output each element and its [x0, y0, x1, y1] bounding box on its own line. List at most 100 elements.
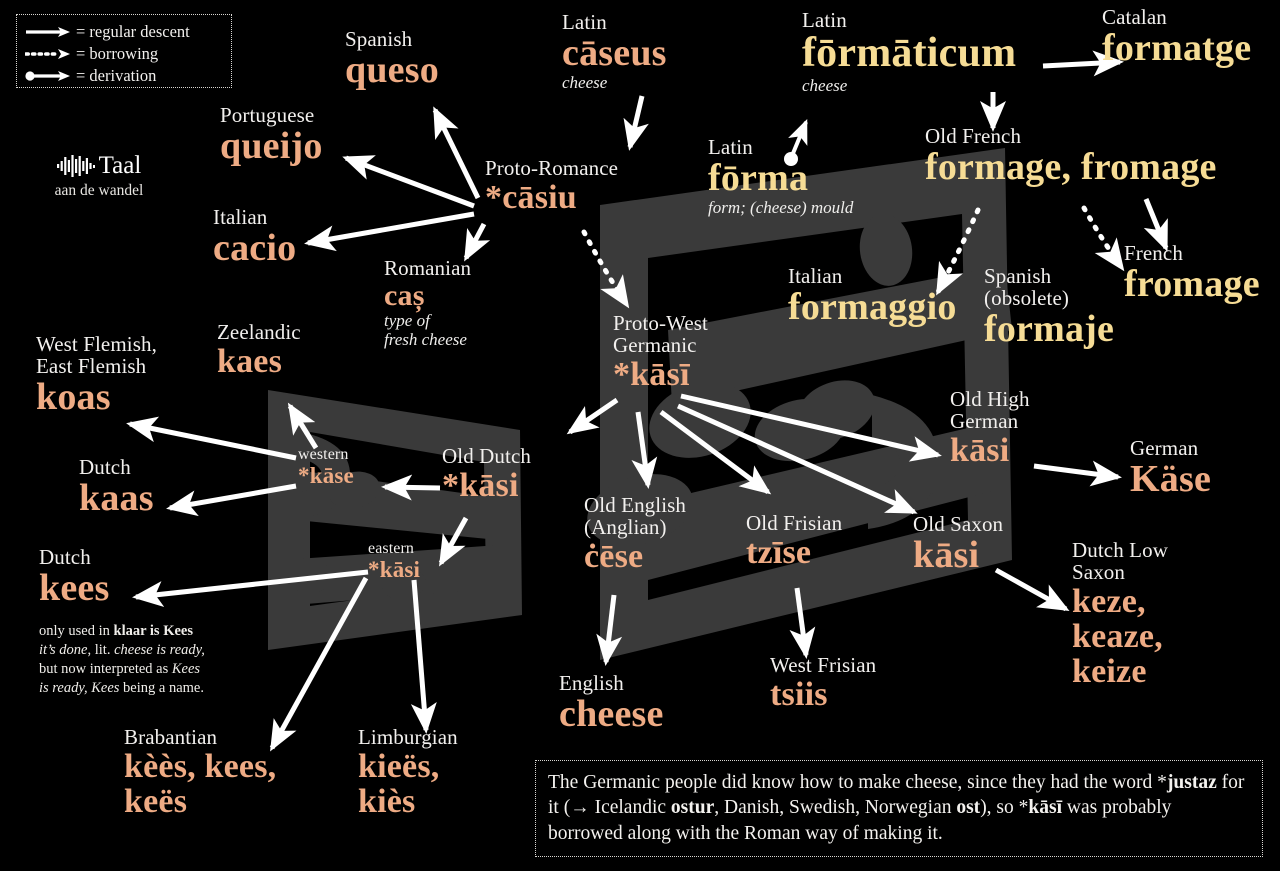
label-old-french-lang: Old French [925, 124, 1022, 148]
label-western-lang: western [298, 446, 349, 463]
label-western-word: *kāse [298, 462, 354, 488]
label-brabantian-lang: Brabantian [124, 725, 218, 749]
label-romanian-lang: Romanian [384, 256, 472, 280]
label-german-word: Käse [1130, 457, 1212, 500]
explain-bold3: ost [956, 797, 981, 819]
node-old-french: Old French formage, fromage [925, 124, 1217, 187]
kees-note-l2b: , lit. [87, 641, 115, 658]
label-italian-cacio-word: cacio [213, 226, 297, 269]
node-french: French fromage [1124, 241, 1260, 305]
label-flemish-lang-2: East Flemish [36, 353, 147, 378]
legend-item-borrowing: = borrowing [25, 43, 223, 65]
label-old-dutch-lang: Old Dutch [442, 444, 531, 468]
dot-arrow-icon [25, 71, 70, 81]
node-old-frisian: Old Frisian tzīse [746, 511, 843, 571]
node-italian-formaggio: Italian formaggio [788, 264, 957, 328]
node-dutch-kaas: Dutch kaas [79, 456, 154, 518]
node-old-saxon: Old Saxon kāsi [913, 512, 1004, 575]
gloss-romanian-2: fresh cheese [384, 330, 467, 350]
label-latin-caseus-word: cāseus [562, 31, 667, 74]
legend-label-regular-descent: = regular descent [76, 22, 190, 41]
label-spanish-word: queso [345, 48, 439, 91]
gloss-latin-caseus: cheese [562, 73, 608, 93]
brand-logo: Taal aan de wandel [39, 152, 159, 200]
label-limburgian-lang: Limburgian [358, 725, 458, 749]
label-spanish-obs-lang-1: Spanish [984, 264, 1052, 288]
kees-note-l2c: cheese is ready, [114, 641, 205, 658]
label-portuguese-word: queijo [220, 124, 323, 167]
label-limburgian-word-2: kiès [358, 783, 416, 821]
label-ohg-lang-1: Old High [950, 387, 1030, 411]
node-english: English cheese [559, 671, 664, 735]
label-english-lang: English [559, 671, 624, 695]
label-french-lang: French [1124, 241, 1183, 265]
label-dls-word-2: keaze, [1072, 618, 1163, 656]
label-old-english-word: ċēse [584, 537, 644, 575]
kees-note-l4c: being a name. [119, 679, 204, 696]
brand-tagline: aan de wandel [54, 182, 144, 199]
label-old-frisian-word: tzīse [746, 533, 812, 571]
node-eastern: eastern *kāsi [368, 540, 420, 582]
label-dls-word-3: keize [1072, 653, 1147, 691]
label-english-word: cheese [559, 692, 664, 735]
label-italian-cacio-lang: Italian [213, 205, 268, 229]
label-ohg-word: kāsi [950, 431, 1010, 469]
label-flemish-lang-1: West Flemish, [36, 332, 157, 356]
label-old-dutch-word: *kāsi [442, 466, 519, 504]
label-dls-lang-2: Saxon [1072, 559, 1125, 584]
label-latin-formaticum-lang: Latin [802, 8, 847, 32]
label-portuguese-lang: Portuguese [220, 103, 315, 127]
label-pwg-word: *kāsī [613, 355, 690, 393]
label-limburgian-word-1: kieës, [358, 747, 440, 785]
gloss-romanian-1: type of [384, 311, 430, 331]
node-romanian: Romanian caș type of fresh cheese [384, 256, 472, 350]
label-catalan-lang: Catalan [1102, 5, 1167, 29]
label-dls-lang-1: Dutch Low [1072, 538, 1168, 562]
label-west-frisian-lang: West Frisian [770, 653, 877, 677]
node-west-frisian: West Frisian tsiis [770, 653, 877, 712]
legend-label-derivation: = derivation [76, 66, 157, 85]
label-spanish-obs-lang-2: (obsolete) [984, 285, 1069, 310]
legend: = regular descent = borrowing = derivati… [16, 14, 232, 88]
label-latin-forma-lang: Latin [708, 135, 753, 159]
node-dutch-kees: Dutch kees [39, 546, 110, 609]
node-spanish-formaje: Spanish (obsolete) formaje [984, 264, 1115, 350]
brand-name: Taal [98, 152, 142, 179]
node-latin-forma: Latin fōrma form; (cheese) mould [708, 135, 853, 217]
node-brabantian: Brabantian kèès, kees, keës [124, 725, 277, 819]
label-ohg-lang-2: German [950, 408, 1019, 433]
label-latin-caseus-lang: Latin [562, 10, 607, 34]
kees-note-l4a: is ready, [39, 679, 88, 696]
label-old-frisian-lang: Old Frisian [746, 511, 843, 535]
kees-note-l3b: Kees [171, 660, 201, 677]
label-italian-formaggio-word: formaggio [788, 285, 957, 328]
gloss-latin-formaticum: cheese [802, 75, 848, 95]
node-old-high-german: Old High German kāsi [950, 387, 1030, 469]
label-old-saxon-lang: Old Saxon [913, 512, 1004, 536]
node-old-english: Old English (Anglian) ċēse [584, 494, 686, 575]
label-spanish-obs-word: formaje [984, 307, 1115, 350]
node-proto-romance: Proto-Romance *cāsiu [485, 156, 619, 215]
label-catalan-word: formatge [1102, 26, 1252, 69]
explain-bold1: justaz [1166, 772, 1217, 793]
label-french-word: fromage [1124, 262, 1260, 305]
node-western: western *kāse [298, 446, 354, 488]
explain-part1: The Germanic people did know how to make… [548, 772, 1167, 793]
node-italian-cacio: Italian cacio [213, 205, 297, 269]
label-dutch-kees-word: kees [39, 566, 110, 609]
node-spanish-queso: Spanish queso [345, 28, 439, 91]
explain-part3: , Danish, Swedish, Norwegian [714, 797, 957, 819]
kees-note-l2a: it’s done [39, 641, 88, 658]
etymology-diagram: = regular descent = borrowing = derivati… [0, 0, 1280, 871]
legend-item-derivation: = derivation [25, 65, 223, 87]
label-italian-formaggio-lang: Italian [788, 264, 843, 288]
label-brabantian-word-1: kèès, kees, [124, 747, 277, 785]
explain-bold4: kāsī [1028, 797, 1063, 819]
dotted-arrow-icon [25, 49, 70, 59]
node-latin-caseus: Latin cāseus cheese [562, 10, 667, 93]
explain-bold2: ostur [670, 797, 715, 819]
waveform-icon [56, 155, 95, 177]
label-proto-romance-lang: Proto-Romance [485, 156, 619, 180]
label-latin-formaticum-word: fōrmāticum [802, 29, 1017, 76]
brand-name-row: Taal [39, 152, 159, 180]
